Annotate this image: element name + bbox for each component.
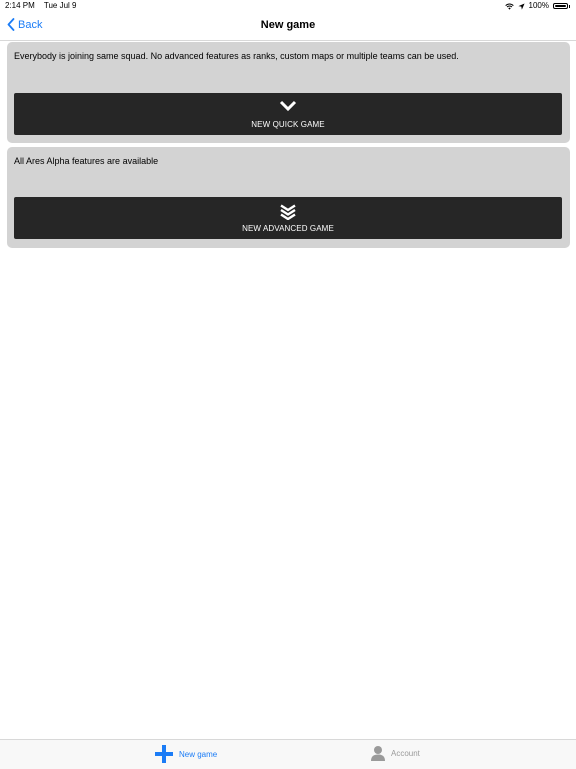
- battery-icon: [553, 3, 568, 9]
- status-date: Tue Jul 9: [43, 1, 77, 10]
- tab-account-label: Account: [391, 748, 420, 758]
- new-quick-game-button[interactable]: NEW QUICK GAME: [14, 93, 562, 135]
- tab-new-game-label: New game: [179, 749, 218, 759]
- battery-tip: [569, 4, 570, 8]
- quick-game-button-label: NEW QUICK GAME: [251, 120, 325, 129]
- plus-icon: [155, 745, 173, 763]
- location-arrow-icon: [517, 2, 525, 10]
- advanced-game-button-label: NEW ADVANCED GAME: [242, 224, 334, 233]
- new-advanced-game-button[interactable]: NEW ADVANCED GAME: [14, 197, 562, 239]
- quick-game-card: Everybody is joining same squad. No adva…: [7, 42, 570, 143]
- tab-new-game[interactable]: New game: [155, 745, 217, 763]
- tab-account[interactable]: Account: [371, 745, 420, 761]
- status-time: 2:14 PM: [5, 1, 35, 10]
- tab-bar: New game Account: [0, 739, 576, 769]
- navigation-bar: Back New game: [0, 12, 576, 41]
- person-icon: [371, 746, 385, 761]
- chevron-down-icon: [279, 100, 297, 112]
- page-title: New game: [260, 19, 316, 31]
- advanced-game-card: All Ares Alpha features are available NE…: [7, 147, 570, 248]
- triple-chevron-down-icon: [280, 204, 296, 220]
- quick-game-description: Everybody is joining same squad. No adva…: [14, 51, 459, 61]
- status-bar: 2:14 PM Tue Jul 9 100%: [0, 0, 576, 12]
- battery-percent: 100%: [528, 1, 549, 10]
- advanced-game-description: All Ares Alpha features are available: [14, 156, 159, 166]
- wifi-icon: [504, 3, 514, 10]
